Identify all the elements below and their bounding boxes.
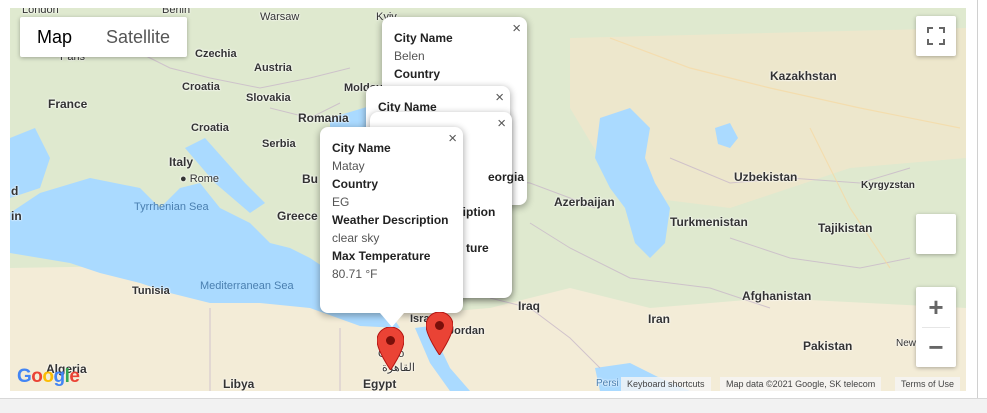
label-croatia: Croatia [191,122,229,134]
label-persi-fragment: Persi [596,378,619,389]
map-type-satellite-button[interactable]: Satellite [89,17,187,57]
label-kyrgyzstan: Kyrgyzstan [861,180,915,191]
map-marker-israel[interactable] [426,312,453,355]
info1-key-city: City Name [394,31,453,45]
label-libya: Libya [223,377,255,391]
label-d-fragment: d [11,184,19,198]
label-uzbekistan: Uzbekistan [734,170,798,184]
street-view-button[interactable] [916,214,956,254]
label-new-fragment: New [896,338,917,349]
label-azerbaijan: Azerbaijan [554,195,615,209]
google-logo[interactable]: Google [17,366,80,388]
info4-val-country: EG [332,195,350,209]
close-icon[interactable]: × [497,115,506,132]
info1-key-country: Country [394,67,440,81]
label-iran: Iran [648,312,671,326]
info4-val-maxtemp: 80.71 °F [332,267,378,281]
keyboard-shortcuts-link[interactable]: Keyboard shortcuts [621,377,711,391]
label-serbia: Serbia [262,138,296,150]
label-tajikistan: Tajikistan [818,221,873,235]
close-icon[interactable]: × [512,20,521,37]
map-container[interactable]: London Berlin Warsaw Kyiv Paris Czechia … [10,8,966,391]
label-france: France [48,97,88,111]
label-berlin: Berlin [162,8,191,16]
label-afghanistan: Afghanistan [742,289,812,303]
fullscreen-button[interactable] [916,16,956,56]
label-austria: Croatia [182,81,220,93]
info4-key-city: City Name [332,141,391,155]
map-data-attribution: Map data ©2021 Google, SK telecom [720,377,882,391]
label-bu-fragment: Bu [302,172,318,186]
terms-of-use-link[interactable]: Terms of Use [895,377,961,391]
label-pakistan: Pakistan [803,339,853,353]
zoom-in-button[interactable]: + [916,287,956,327]
label-in-fragment: in [11,209,22,223]
zoom-out-button[interactable]: − [916,328,956,367]
label-romania: Romania [298,111,349,125]
info4-key-weather: Weather Description [332,213,449,227]
info4-val-city: Matay [332,159,365,173]
label-kazakhstan: Kazakhstan [770,69,837,83]
info3-fragment-georgia: eorgia [488,170,525,184]
label-rome: ● Rome [180,173,220,185]
map-type-control: Map Satellite [20,17,188,57]
label-slovakia: Austria [254,62,292,74]
page-bottom-bar [0,398,987,413]
info4-val-weather: clear sky [332,231,380,245]
close-icon[interactable]: × [495,89,504,106]
map-type-map-button[interactable]: Map [20,17,89,57]
info3-fragment-description: ription [458,205,496,219]
label-tyrrhenian-sea: Tyrrhenian Sea [134,201,209,213]
label-mediterranean-sea: Mediterranean Sea [200,280,294,292]
label-turkmenistan: Turkmenistan [670,215,748,229]
zoom-control: + − [916,287,956,367]
label-warsaw: Warsaw [260,11,300,23]
info-window-matay[interactable]: × City Name Matay Country EG Weather Des… [320,127,463,313]
label-tunisia: Tunisia [132,285,170,297]
fullscreen-icon [927,27,945,45]
label-hungary: Slovakia [246,92,291,104]
info4-key-country: Country [332,177,378,191]
label-egypt: Egypt [363,377,397,391]
map-marker-cairo[interactable] [377,327,404,370]
info1-val-city: Belen [394,49,425,63]
label-czechia: Czechia [195,48,237,60]
label-london: London [22,8,59,16]
label-greece: Greece [277,209,318,223]
info3-fragment-temperature: ture [466,241,489,255]
info4-key-maxtemp: Max Temperature [332,249,431,263]
page-right-border [977,0,978,398]
info-window-tail [380,313,404,327]
close-icon[interactable]: × [448,130,457,147]
label-iraq: Iraq [518,299,541,313]
label-italy: Italy [169,155,194,169]
label-jordan: Jordan [448,325,485,337]
